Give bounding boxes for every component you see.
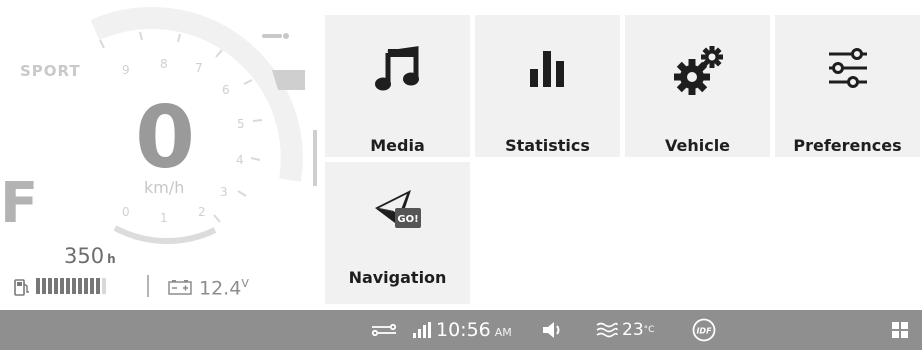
sliders-icon xyxy=(828,48,867,88)
bar-chart-icon xyxy=(529,51,564,87)
rpm-label: 2 xyxy=(198,205,206,219)
voltage-unit: V xyxy=(241,277,249,290)
range-value: 350 xyxy=(64,244,105,268)
fuel-segment xyxy=(48,278,52,294)
media-label: Media xyxy=(370,136,425,155)
signal-icon xyxy=(413,310,431,350)
fuel-segment xyxy=(78,278,82,294)
connection-icon[interactable] xyxy=(371,310,397,350)
drive-mode: SPORT xyxy=(20,62,81,80)
fuel-segment xyxy=(54,278,58,294)
fuel-segment xyxy=(72,278,76,294)
speed-readout: 0 xyxy=(135,88,195,188)
idf-label: IDF xyxy=(696,327,712,336)
fuel-segment xyxy=(90,278,94,294)
range-readout: 350 h xyxy=(64,244,116,268)
clock-time: 10:56 xyxy=(436,319,491,341)
temperature-value: 23 xyxy=(622,320,644,340)
scroll-handle[interactable] xyxy=(313,130,317,186)
temperature-unit: °C xyxy=(643,325,655,335)
temperature-icon xyxy=(596,310,618,350)
music-note-icon xyxy=(374,46,419,91)
fuel-segment xyxy=(84,278,88,294)
go-badge: GO! xyxy=(397,214,418,225)
fuel-segment xyxy=(60,278,64,294)
clock-ampm: AM xyxy=(494,326,512,339)
fuel-segment xyxy=(36,278,40,294)
fuel-segment xyxy=(42,278,46,294)
fuel-segment xyxy=(66,278,70,294)
battery-icon xyxy=(168,280,192,295)
voltage-value: 12.4 xyxy=(199,277,242,300)
volume-icon[interactable] xyxy=(542,310,564,350)
gear-indicator: F xyxy=(0,171,39,236)
rpm-label: 0 xyxy=(122,205,130,219)
rpm-label: 7 xyxy=(195,61,203,75)
navigation-label: Navigation xyxy=(348,268,447,287)
rpm-label: 3 xyxy=(220,185,228,199)
status-bar: 10:56 AM 23 °C IDF xyxy=(0,310,922,350)
grid-menu-icon[interactable] xyxy=(892,310,908,350)
preferences-label: Preferences xyxy=(793,136,902,155)
cluster-separator xyxy=(147,275,149,297)
statistics-label: Statistics xyxy=(505,136,590,155)
fuel-level-bar xyxy=(36,278,106,294)
vehicle-label: Vehicle xyxy=(664,136,731,155)
statistics-tile[interactable]: Statistics xyxy=(475,15,620,157)
speed-unit: km/h xyxy=(144,178,185,197)
fuel-pump-icon xyxy=(14,279,29,296)
rpm-label: 4 xyxy=(236,153,244,167)
rpm-label: 8 xyxy=(160,57,168,71)
instrument-cluster: 9 8 7 6 5 4 3 2 1 0 SPORT 0 km/h F 350 h … xyxy=(0,0,322,310)
gears-icon xyxy=(673,46,723,95)
fuel-segment xyxy=(96,278,100,294)
navigation-go-icon: GO! xyxy=(374,190,421,228)
clock: 10:56 AM xyxy=(436,310,512,350)
voltage-readout: 12.4V xyxy=(199,277,249,299)
rpm-label: 9 xyxy=(122,63,130,77)
rpm-label: 1 xyxy=(160,211,168,225)
idf-icon[interactable]: IDF xyxy=(692,310,716,350)
preferences-tile[interactable]: Preferences xyxy=(775,15,920,157)
rpm-label: 6 xyxy=(222,83,230,97)
temperature-readout: 23 °C xyxy=(622,310,654,350)
fuel-segment xyxy=(102,278,106,294)
rpm-label: 5 xyxy=(237,117,245,131)
navigation-tile[interactable]: GO! Navigation xyxy=(325,162,470,304)
range-unit: h xyxy=(107,252,116,266)
vehicle-tile[interactable]: Vehicle xyxy=(625,15,770,157)
media-tile[interactable]: Media xyxy=(325,15,470,157)
